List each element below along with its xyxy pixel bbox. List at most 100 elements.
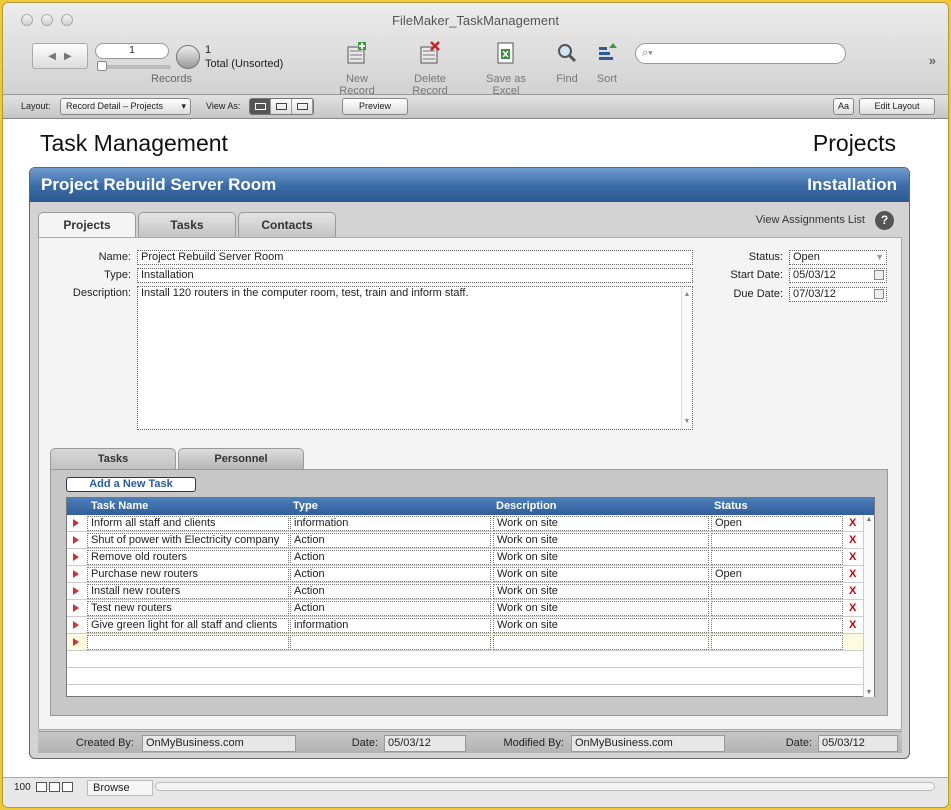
delete-task-icon[interactable]: X — [849, 534, 856, 546]
table-row[interactable]: Purchase new routers Action Work on site Op… — [67, 566, 864, 583]
delete-task-icon[interactable]: X — [849, 517, 856, 529]
delete-task-icon[interactable]: X — [849, 568, 856, 580]
calendar-icon[interactable] — [874, 270, 884, 280]
find-button[interactable]: Find — [553, 41, 581, 85]
go-to-task-arrow-icon[interactable] — [73, 570, 79, 578]
start-date-field[interactable]: 05/03/12 — [789, 268, 887, 283]
portal-scrollbar[interactable]: ▲ ▼ — [863, 515, 874, 697]
task-type-cell[interactable]: information — [290, 618, 491, 633]
task-description-cell[interactable]: Work on site — [493, 584, 709, 599]
task-description-cell[interactable]: Work on site — [493, 533, 709, 548]
new-task-status-cell[interactable] — [711, 635, 843, 650]
name-field[interactable]: Project Rebuild Server Room — [137, 250, 693, 265]
scroll-up-icon[interactable]: ▲ — [682, 288, 692, 301]
created-by-field[interactable]: OnMyBusiness.com — [142, 735, 296, 752]
tab-tasks[interactable]: Tasks — [138, 212, 236, 237]
status-select[interactable]: Open ▼ — [789, 250, 887, 265]
view-list-button[interactable] — [271, 99, 292, 114]
new-task-description-cell[interactable] — [493, 635, 709, 650]
layout-select[interactable]: Record Detail – Projects ▾ — [60, 98, 191, 115]
toolbar-overflow-button[interactable]: » — [929, 53, 936, 68]
task-type-cell[interactable]: Action — [290, 550, 491, 565]
task-status-cell[interactable] — [711, 584, 843, 599]
description-scrollbar[interactable]: ▲ ▼ — [681, 287, 692, 429]
scroll-down-icon[interactable]: ▼ — [682, 415, 692, 428]
view-assignments-link[interactable]: View Assignments List — [756, 214, 865, 226]
table-row[interactable]: Inform all staff and clients information W… — [67, 515, 864, 532]
new-task-name-cell[interactable] — [87, 635, 289, 650]
view-table-button[interactable] — [292, 99, 313, 114]
scroll-down-icon[interactable]: ▼ — [864, 689, 874, 696]
task-status-cell[interactable] — [711, 618, 843, 633]
table-row[interactable]: Shut of power with Electricity company Ac… — [67, 532, 864, 549]
task-type-cell[interactable]: Action — [290, 567, 491, 582]
view-form-button[interactable] — [250, 99, 271, 114]
task-name-cell[interactable]: Remove old routers — [87, 550, 289, 565]
task-description-cell[interactable]: Work on site — [493, 550, 709, 565]
sort-button[interactable]: Sort — [593, 41, 621, 85]
modified-date-field[interactable]: 05/03/12 — [818, 735, 898, 752]
task-description-cell[interactable]: Work on site — [493, 601, 709, 616]
tab-projects[interactable]: Projects — [38, 212, 136, 238]
zoom-level[interactable]: 100 — [14, 782, 31, 793]
task-name-cell[interactable]: Give green light for all staff and clien… — [87, 618, 289, 633]
go-to-task-arrow-icon[interactable] — [73, 621, 79, 629]
delete-task-icon[interactable]: X — [849, 585, 856, 597]
task-type-cell[interactable]: Action — [290, 584, 491, 599]
delete-record-button[interactable]: Delete Record — [395, 41, 465, 97]
help-icon[interactable]: ? — [875, 211, 894, 230]
table-row[interactable]: Give green light for all staff and clien… — [67, 617, 864, 634]
new-task-type-cell[interactable] — [290, 635, 491, 650]
type-field[interactable]: Installation — [137, 268, 693, 283]
tab-contacts[interactable]: Contacts — [238, 212, 336, 237]
task-description-cell[interactable]: Work on site — [493, 618, 709, 633]
delete-task-icon[interactable]: X — [849, 551, 856, 563]
due-date-field[interactable]: 07/03/12 — [789, 287, 887, 302]
task-name-cell[interactable]: Shut of power with Electricity company — [87, 533, 289, 548]
task-description-cell[interactable]: Work on site — [493, 516, 709, 531]
go-to-task-arrow-icon[interactable] — [73, 638, 79, 646]
task-status-cell[interactable]: Open — [711, 567, 843, 582]
modified-by-field[interactable]: OnMyBusiness.com — [571, 735, 725, 752]
record-slider[interactable] — [97, 61, 171, 71]
task-name-cell[interactable]: Test new routers — [87, 601, 289, 616]
next-record-icon[interactable]: ▶ — [64, 51, 72, 62]
current-record-field[interactable]: 1 — [95, 43, 169, 59]
go-to-task-arrow-icon[interactable] — [73, 604, 79, 612]
description-field[interactable]: Install 120 routers in the computer room… — [137, 286, 693, 430]
horizontal-scrollbar[interactable] — [155, 782, 935, 791]
subtab-tasks[interactable]: Tasks — [50, 448, 176, 470]
edit-layout-button[interactable]: Edit Layout — [859, 98, 935, 115]
table-row[interactable]: Install new routers Action Work on site X — [67, 583, 864, 600]
mode-indicator[interactable]: Browse — [87, 780, 153, 796]
task-type-cell[interactable]: Action — [290, 533, 491, 548]
zoom-out-icon[interactable] — [36, 782, 47, 792]
task-name-cell[interactable]: Inform all staff and clients — [87, 516, 289, 531]
scroll-up-icon[interactable]: ▲ — [864, 516, 874, 523]
go-to-task-arrow-icon[interactable] — [73, 587, 79, 595]
new-task-row[interactable] — [67, 634, 864, 651]
task-name-cell[interactable]: Install new routers — [87, 584, 289, 599]
text-format-button[interactable]: Aa — [833, 98, 854, 115]
previous-record-icon[interactable]: ◀ — [48, 51, 56, 62]
subtab-personnel[interactable]: Personnel — [178, 448, 304, 470]
toolbar-toggle-icon[interactable] — [62, 782, 73, 792]
delete-task-icon[interactable]: X — [849, 602, 856, 614]
slider-knob[interactable] — [97, 61, 107, 71]
table-row[interactable]: Test new routers Action Work on site X — [67, 600, 864, 617]
task-status-cell[interactable] — [711, 601, 843, 616]
task-type-cell[interactable]: Action — [290, 601, 491, 616]
table-row[interactable]: Remove old routers Action Work on site X — [67, 549, 864, 566]
preview-button[interactable]: Preview — [342, 98, 408, 115]
new-record-button[interactable]: New Record — [329, 41, 385, 97]
add-new-task-button[interactable]: Add a New Task — [66, 477, 196, 492]
go-to-task-arrow-icon[interactable] — [73, 536, 79, 544]
task-type-cell[interactable]: information — [290, 516, 491, 531]
search-input[interactable]: ⌕▾ — [635, 43, 846, 64]
task-status-cell[interactable] — [711, 550, 843, 565]
task-status-cell[interactable] — [711, 533, 843, 548]
go-to-task-arrow-icon[interactable] — [73, 519, 79, 527]
task-status-cell[interactable]: Open — [711, 516, 843, 531]
task-name-cell[interactable]: Purchase new routers — [87, 567, 289, 582]
delete-task-icon[interactable]: X — [849, 619, 856, 631]
